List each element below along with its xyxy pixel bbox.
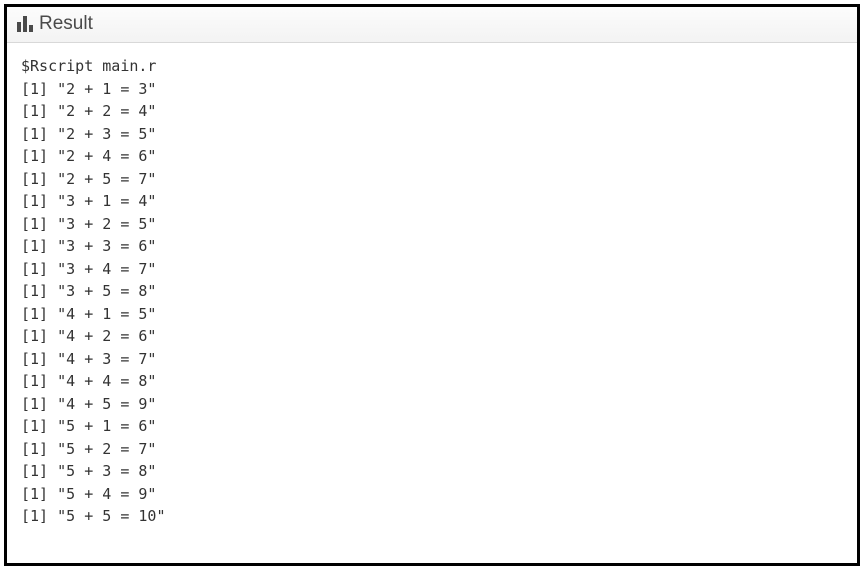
console-line: [1] "2 + 5 = 7" — [21, 170, 156, 188]
console-line: [1] "5 + 5 = 10" — [21, 507, 166, 525]
console-line: [1] "3 + 3 = 6" — [21, 237, 156, 255]
console-line: [1] "5 + 3 = 8" — [21, 462, 156, 480]
console-line: [1] "5 + 1 = 6" — [21, 417, 156, 435]
console-line: [1] "3 + 2 = 5" — [21, 215, 156, 233]
console-line: [1] "4 + 4 = 8" — [21, 372, 156, 390]
console-line: [1] "4 + 1 = 5" — [21, 305, 156, 323]
bar-chart-icon — [17, 16, 33, 32]
console-line: [1] "3 + 5 = 8" — [21, 282, 156, 300]
result-header: Result — [7, 7, 857, 43]
console-line: [1] "4 + 5 = 9" — [21, 395, 156, 413]
console-output: $Rscript main.r [1] "2 + 1 = 3" [1] "2 +… — [7, 43, 857, 540]
console-line: [1] "2 + 3 = 5" — [21, 125, 156, 143]
console-line: [1] "3 + 1 = 4" — [21, 192, 156, 210]
console-command: $Rscript main.r — [21, 57, 156, 75]
console-line: [1] "3 + 4 = 7" — [21, 260, 156, 278]
console-line: [1] "4 + 3 = 7" — [21, 350, 156, 368]
console-line: [1] "5 + 2 = 7" — [21, 440, 156, 458]
console-line: [1] "4 + 2 = 6" — [21, 327, 156, 345]
console-line: [1] "2 + 1 = 3" — [21, 80, 156, 98]
console-line: [1] "2 + 4 = 6" — [21, 147, 156, 165]
console-line: [1] "5 + 4 = 9" — [21, 485, 156, 503]
header-title: Result — [39, 13, 93, 35]
result-panel: Result $Rscript main.r [1] "2 + 1 = 3" [… — [4, 4, 860, 566]
console-line: [1] "2 + 2 = 4" — [21, 102, 156, 120]
